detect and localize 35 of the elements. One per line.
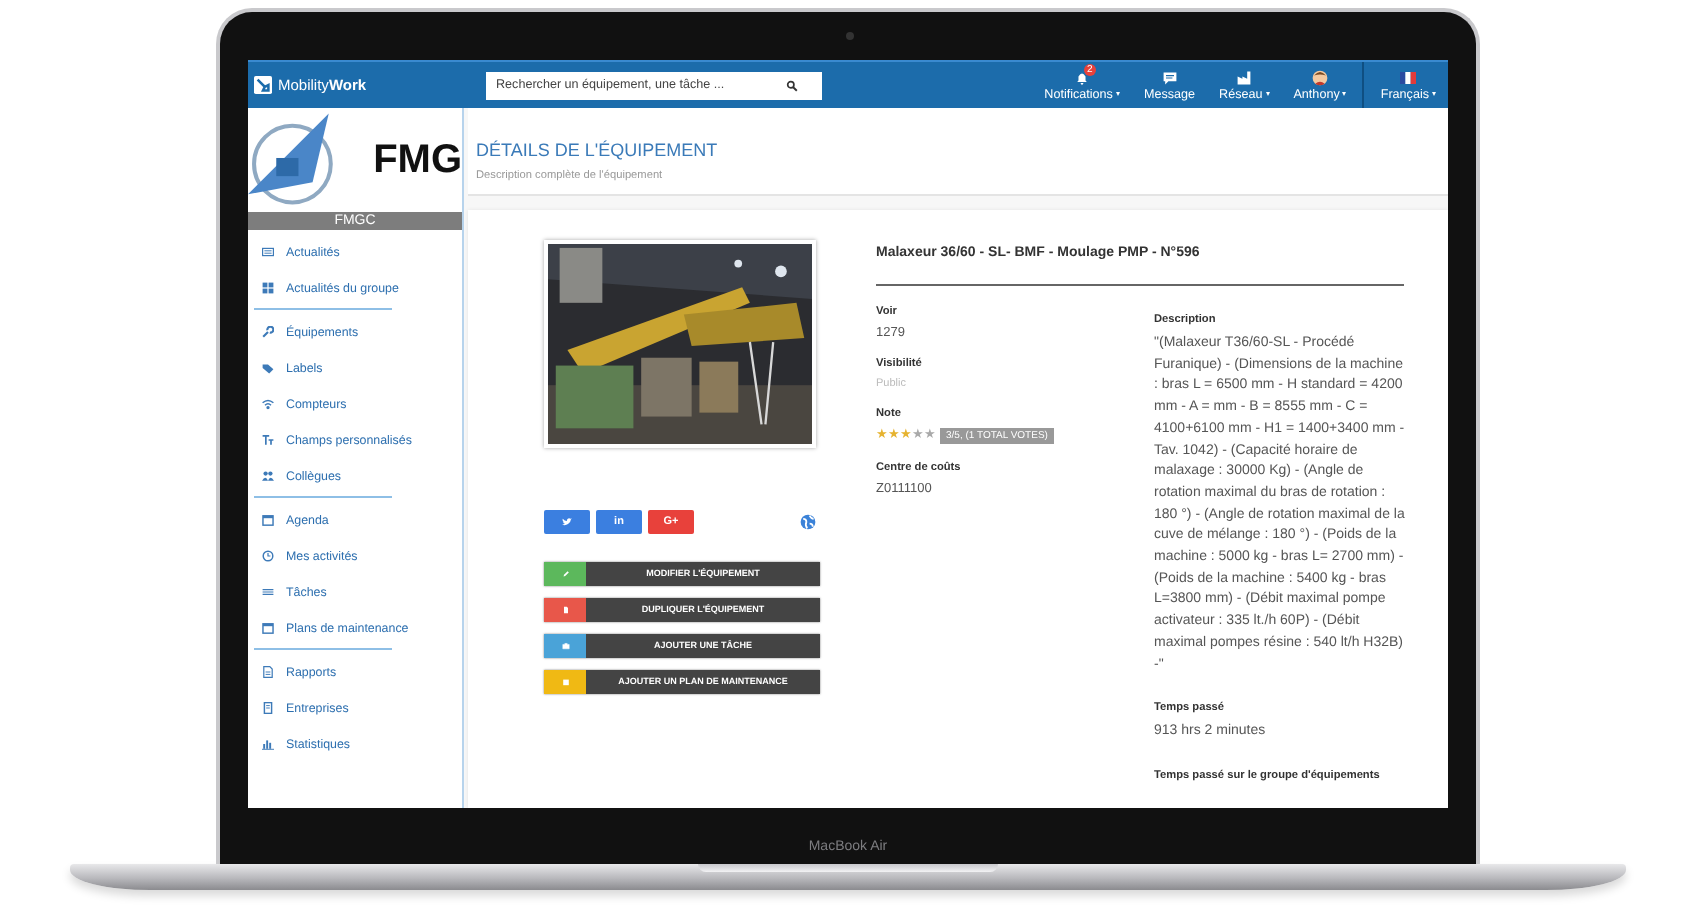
report-icon	[262, 666, 274, 678]
wrench-icon	[262, 326, 274, 338]
chat-icon	[1161, 70, 1178, 86]
page-title: DÉTAILS DE L'ÉQUIPEMENT	[476, 140, 720, 160]
search-icon[interactable]	[786, 79, 798, 91]
globe-icon[interactable]	[800, 513, 816, 530]
chart-icon	[262, 738, 274, 750]
pencil-icon	[561, 569, 569, 578]
caret-icon	[1265, 92, 1270, 96]
camera-icon	[846, 32, 854, 40]
tag-icon	[262, 362, 274, 374]
bell-icon	[1074, 70, 1091, 86]
caret-icon	[1432, 92, 1436, 96]
briefcase-icon	[561, 641, 569, 650]
org-logo-text: FMG	[373, 138, 462, 184]
calendar-icon	[262, 514, 274, 526]
calendar-icon	[561, 677, 569, 686]
news-icon	[262, 246, 274, 258]
logo-icon	[254, 76, 272, 94]
calendar-icon	[262, 622, 274, 634]
users-icon	[262, 470, 274, 482]
caret-icon	[1342, 92, 1347, 96]
flag-icon	[1400, 70, 1417, 86]
factory-icon	[1236, 70, 1253, 86]
document-icon	[561, 605, 569, 614]
bird-icon	[562, 517, 572, 526]
font-icon	[262, 434, 274, 446]
share-button[interactable]	[544, 509, 590, 534]
avatar-icon	[1312, 70, 1329, 86]
clock-icon	[262, 550, 274, 562]
grid-icon	[262, 282, 274, 294]
wifi-icon	[262, 398, 274, 410]
building-icon	[262, 702, 274, 714]
caret-icon	[1115, 92, 1120, 96]
list-icon	[262, 586, 274, 598]
